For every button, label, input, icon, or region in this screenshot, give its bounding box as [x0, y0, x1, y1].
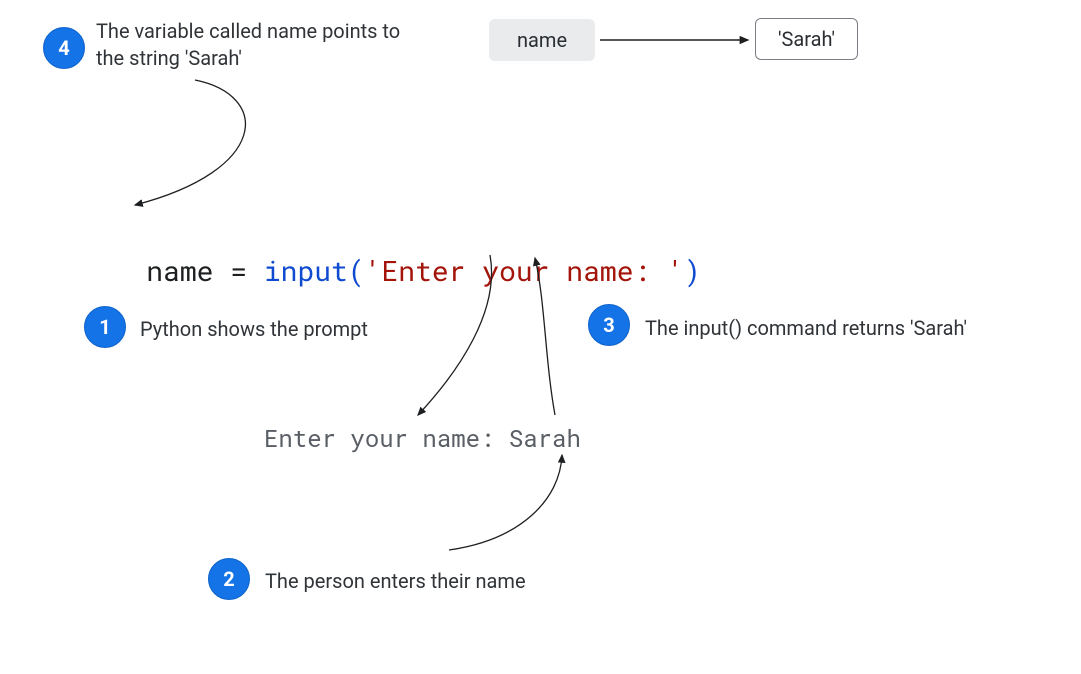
step-caption-1: Python shows the prompt — [140, 316, 368, 343]
step-badge-2: 2 — [208, 558, 250, 600]
terminal-output: Enter your name: Sarah — [264, 422, 581, 454]
step-badge-3: 3 — [588, 304, 630, 346]
step-badge-1: 1 — [84, 306, 126, 348]
variable-box: name — [489, 19, 595, 61]
step-caption-2: The person enters their name — [265, 568, 526, 595]
code-seg-assign: name = — [146, 252, 264, 289]
code-seg-string: 'Enter your name: ' — [365, 252, 684, 289]
step-badge-4: 4 — [43, 27, 85, 69]
value-box: 'Sarah' — [755, 18, 858, 60]
arrow-step4-to-code — [135, 80, 245, 205]
arrow-step2-to-terminal — [449, 455, 562, 550]
code-seg-lparen: ( — [348, 252, 365, 289]
step-caption-4: The variable called name points to the s… — [96, 18, 426, 72]
diagram-stage: 4 The variable called name points to the… — [0, 0, 1081, 674]
code-seg-func: input — [264, 252, 348, 289]
step-caption-3: The input() command returns 'Sarah' — [645, 315, 967, 342]
code-seg-rparen: ) — [684, 252, 701, 289]
